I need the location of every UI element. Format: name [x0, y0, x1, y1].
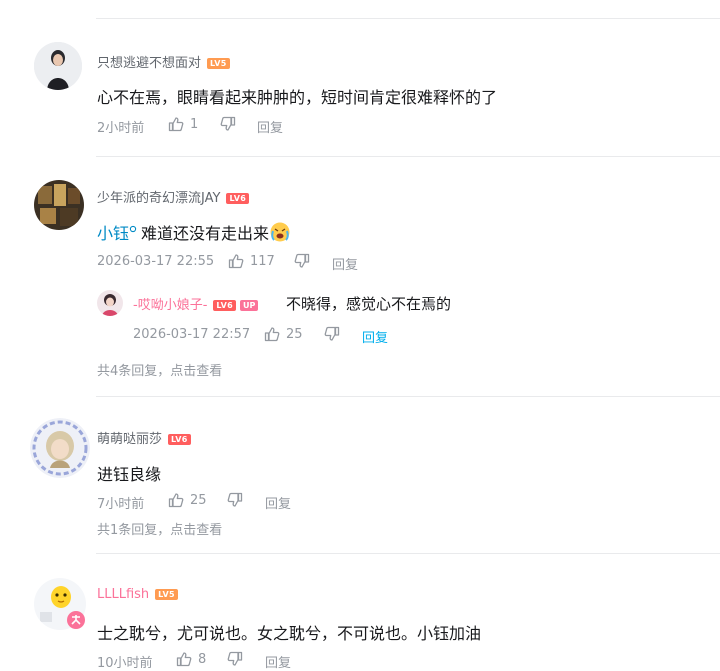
comment-text: 进钰良缘: [97, 465, 162, 484]
thumb-down-icon: [227, 651, 243, 666]
avatar[interactable]: [30, 418, 90, 478]
comment-text: 心不在焉，眼睛看起来肿肿的，短时间肯定很难释怀的了: [97, 88, 498, 107]
like-count: 117: [250, 253, 275, 269]
reply-button[interactable]: 回复: [265, 493, 291, 512]
level-badge: LV6: [226, 193, 250, 204]
dislike-button[interactable]: [227, 492, 243, 508]
username[interactable]: 只想逃避不想面对 LV5: [97, 52, 230, 71]
like-button[interactable]: 25: [264, 326, 303, 342]
level-badge: LV5: [155, 589, 178, 600]
dislike-button[interactable]: [220, 116, 236, 132]
avatar[interactable]: [34, 180, 84, 230]
username[interactable]: -哎呦小娘子- LV6 UP: [133, 294, 259, 313]
mention-icon: [129, 225, 137, 233]
reply-button[interactable]: 回复: [265, 652, 291, 671]
dislike-button[interactable]: [227, 651, 243, 667]
dislike-button[interactable]: [324, 326, 340, 342]
comment-time: 2026-03-17 22:55: [97, 254, 215, 269]
reply-button[interactable]: 回复: [332, 254, 358, 273]
divider: [96, 396, 720, 397]
comment-time: 2小时前: [97, 121, 145, 136]
like-button[interactable]: 25: [168, 492, 207, 508]
view-more-replies[interactable]: 共4条回复，点击查看: [97, 360, 222, 379]
vip-badge-icon: [67, 611, 85, 629]
comment-text: 小钰 难道还没有走出来: [97, 220, 291, 244]
like-count: 25: [286, 326, 303, 342]
up-badge: UP: [240, 300, 259, 311]
like-count: 1: [190, 116, 199, 132]
like-button[interactable]: 1: [168, 116, 198, 132]
divider: [96, 156, 720, 157]
level-badge: LV6: [168, 434, 191, 445]
comment-text: 不晓得，感觉心不在焉的: [286, 295, 452, 313]
thumb-down-icon: [220, 116, 236, 131]
view-more-replies[interactable]: 共1条回复，点击查看: [97, 519, 222, 538]
thumb-up-icon: [168, 493, 184, 508]
comment-time: 2026-03-17 22:57: [133, 327, 251, 342]
comment-time: 10小时前: [97, 656, 153, 671]
avatar[interactable]: [34, 42, 82, 90]
like-count: 25: [190, 492, 207, 508]
like-count: 8: [198, 651, 207, 667]
thumb-down-icon: [324, 326, 340, 341]
thumb-up-icon: [264, 327, 280, 342]
reply-button[interactable]: 回复: [257, 117, 283, 136]
avatar[interactable]: [97, 290, 123, 316]
username[interactable]: 萌萌哒丽莎 LV6: [97, 428, 191, 447]
dislike-button[interactable]: [294, 253, 310, 269]
thumb-down-icon: [227, 492, 243, 507]
thumb-up-icon: [168, 117, 184, 132]
level-badge: LV5: [207, 58, 230, 69]
level-badge: LV6: [213, 300, 237, 311]
crying-emoji-icon: [270, 222, 290, 242]
reply-button[interactable]: 回复: [362, 327, 388, 346]
divider: [96, 553, 720, 554]
mention-link[interactable]: 小钰: [97, 224, 129, 243]
username[interactable]: 少年派的奇幻漂流JAY LV6: [97, 187, 250, 206]
thumb-up-icon: [228, 254, 244, 269]
comment-time: 7小时前: [97, 497, 145, 512]
thumb-up-icon: [176, 652, 192, 667]
username[interactable]: LLLLfish LV5: [97, 587, 178, 602]
comment-text: 士之耽兮，尤可说也。女之耽兮，不可说也。小钰加油: [97, 624, 482, 643]
like-button[interactable]: 117: [228, 253, 275, 269]
divider: [96, 18, 720, 19]
thumb-down-icon: [294, 253, 310, 268]
like-button[interactable]: 8: [176, 651, 206, 667]
